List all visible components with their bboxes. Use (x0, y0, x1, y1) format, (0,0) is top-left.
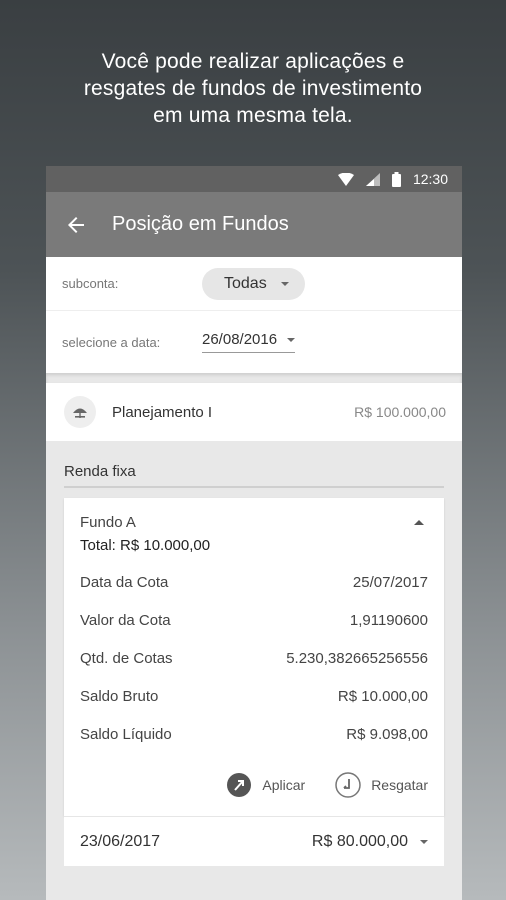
fund-card: Fundo A Total: R$ 10.000,00 Data da Cota… (64, 498, 444, 816)
caret-down-icon[interactable] (420, 839, 428, 844)
fund-card-header[interactable]: Fundo A (80, 514, 428, 531)
history-date: 23/06/2017 (80, 832, 161, 850)
fund-name: Fundo A (80, 514, 136, 531)
chevron-up-icon[interactable] (414, 520, 424, 525)
battery-icon (391, 171, 401, 187)
headline-line-2: resgates de fundos de investimento (83, 77, 423, 100)
apply-button[interactable]: Aplicar (226, 772, 305, 798)
apply-icon (227, 773, 252, 797)
fund-actions: Aplicar Resgatar (80, 772, 428, 806)
divider (46, 373, 462, 383)
history-right: R$ 80.000,00 (312, 833, 428, 851)
date-filter-row: selecione a data: 26/08/2016 (46, 311, 462, 373)
caret-down-icon (280, 281, 289, 286)
history-value: R$ 80.000,00 (311, 832, 408, 850)
apply-label: Aplicar (262, 777, 306, 793)
subconta-filter-row: subconta: Todas (46, 257, 462, 311)
detail-value: R$ 10.000,00 (337, 688, 428, 705)
subconta-label: subconta: (62, 276, 119, 291)
detail-row: Qtd. de Cotas 5.230,382665256556 (80, 650, 428, 688)
detail-row: Saldo Líquido R$ 9.098,00 (80, 726, 428, 764)
signal-icon (365, 172, 380, 186)
plan-value: R$ 100.000,00 (354, 404, 446, 420)
caret-down-icon (287, 337, 296, 342)
detail-label: Saldo Bruto (80, 688, 159, 705)
subconta-value: Todas (224, 274, 267, 292)
fund-total: Total: R$ 10.000,00 (80, 537, 211, 554)
app-bar: Posição em Fundos (46, 192, 462, 257)
plan-name: Planejamento I (112, 403, 213, 421)
headline-line-3: em uma mesma tela. (153, 104, 353, 127)
detail-label: Data da Cota (80, 574, 169, 591)
umbrella-icon (64, 396, 96, 428)
detail-value: 1,91190600 (349, 612, 428, 629)
redeem-button[interactable]: Resgatar (335, 772, 428, 798)
detail-value: R$ 9.098,00 (346, 726, 428, 743)
detail-label: Valor da Cota (80, 612, 171, 629)
section-title: Renda fixa (64, 463, 444, 488)
subconta-dropdown[interactable]: Todas (202, 267, 305, 300)
status-bar: 12:30 (46, 166, 462, 192)
redeem-label: Resgatar (371, 777, 428, 793)
date-dropdown[interactable]: 26/08/2016 (202, 331, 296, 353)
status-time: 12:30 (412, 171, 448, 187)
wifi-icon (337, 172, 354, 186)
fund-details: Data da Cota 25/07/2017 Valor da Cota 1,… (80, 574, 428, 764)
filters-panel: subconta: Todas selecione a data: 26/08/… (46, 257, 462, 373)
detail-value: 5.230,382665256556 (286, 650, 428, 667)
date-label: selecione a data: (62, 334, 161, 350)
plan-row[interactable]: Planejamento I R$ 100.000,00 (46, 383, 462, 441)
detail-row: Saldo Bruto R$ 10.000,00 (80, 688, 428, 726)
history-row[interactable]: 23/06/2017 R$ 80.000,00 (64, 816, 444, 866)
detail-row: Data da Cota 25/07/2017 (80, 574, 428, 612)
phone-screen: 12:30 Posição em Fundos subconta: Todas … (46, 166, 462, 900)
page-title: Posição em Fundos (112, 213, 289, 235)
date-value: 26/08/2016 (202, 331, 278, 348)
detail-label: Qtd. de Cotas (80, 650, 173, 667)
headline-line-1: Você pode realizar aplicações e (101, 50, 405, 73)
promo-headline: Você pode realizar aplicações e resgates… (0, 48, 506, 129)
detail-row: Valor da Cota 1,91190600 (80, 612, 428, 650)
detail-label: Saldo Líquido (80, 726, 172, 743)
redeem-icon (335, 772, 361, 798)
detail-value: 25/07/2017 (352, 574, 428, 591)
arrow-left-icon[interactable] (64, 213, 88, 237)
